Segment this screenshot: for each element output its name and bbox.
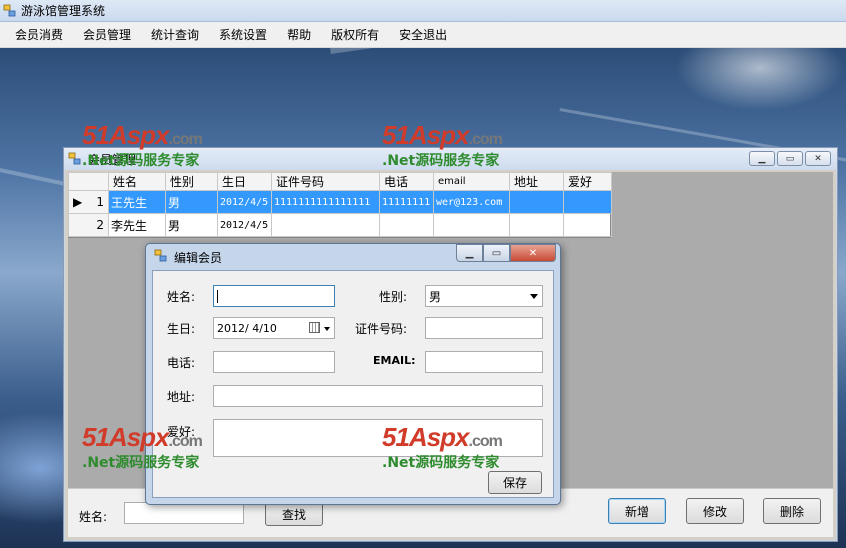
hobby-label: 爱好: — [167, 425, 196, 439]
edit-dialog-title-bar: 编辑会员 ▁ ▭ ✕ — [146, 244, 560, 270]
search-name-input[interactable] — [124, 502, 244, 524]
minimize-icon: ▁ — [465, 247, 474, 259]
close-button[interactable]: ✕ — [805, 151, 831, 166]
column-header[interactable]: 爱好 — [563, 172, 612, 191]
cell-email[interactable] — [433, 213, 510, 237]
search-button[interactable]: 查找 — [265, 502, 323, 526]
id-number-label: 证件号码: — [355, 322, 408, 336]
id-number-field[interactable] — [425, 317, 543, 339]
menu-bar: 会员消费 会员管理 统计查询 系统设置 帮助 版权所有 安全退出 — [0, 22, 846, 48]
name-label: 姓名: — [167, 290, 196, 304]
menu-member-consume[interactable]: 会员消费 — [5, 24, 73, 46]
chevron-down-icon — [530, 294, 538, 299]
address-label: 地址: — [167, 390, 196, 404]
grid-corner-header — [68, 172, 109, 191]
edit-dialog-title: 编辑会员 — [174, 250, 223, 265]
dialog-maximize-button[interactable]: ▭ — [483, 244, 510, 262]
maximize-icon: ▭ — [491, 247, 502, 259]
menu-logout[interactable]: 安全退出 — [389, 24, 457, 46]
dialog-window-icon — [154, 249, 168, 266]
column-header[interactable]: 生日 — [217, 172, 272, 191]
save-button[interactable]: 保存 — [488, 471, 542, 494]
table-row[interactable]: 2 李先生 男 2012/4/5 — [68, 213, 612, 237]
edit-dialog-client: 姓名: 性别: 男 生日: 2012/ 4/10 证件号码: 电话: EMAIL… — [152, 270, 554, 498]
delete-member-button[interactable]: 删除 — [763, 498, 821, 524]
cell-phone[interactable] — [379, 213, 434, 237]
cell-birthday[interactable]: 2012/4/5 — [217, 213, 272, 237]
minimize-button[interactable]: ▁ — [749, 151, 775, 166]
current-row-arrow-icon: ▶ — [73, 195, 83, 209]
restore-button[interactable]: ▭ — [777, 151, 803, 166]
column-header[interactable]: 地址 — [509, 172, 564, 191]
gender-label: 性别: — [379, 290, 408, 304]
row-header[interactable]: ▶ 1 — [68, 190, 109, 214]
name-field[interactable] — [213, 285, 335, 307]
cell-phone[interactable]: 11111111 — [379, 190, 434, 214]
row-header[interactable]: 2 — [68, 213, 109, 237]
app-title: 游泳馆管理系统 — [21, 4, 106, 18]
menu-help[interactable]: 帮助 — [277, 24, 321, 46]
member-window-title-bar: 会员管理 ▁ ▭ ✕ — [64, 148, 837, 170]
birthday-date-picker[interactable]: 2012/ 4/10 — [213, 317, 335, 339]
email-field[interactable] — [425, 351, 543, 373]
main-title-bar: 游泳馆管理系统 — [0, 0, 846, 22]
cell-gender[interactable]: 男 — [165, 190, 218, 214]
column-header[interactable]: 性别 — [165, 172, 218, 191]
member-window-title: 会员管理 — [88, 152, 137, 167]
cell-address[interactable] — [509, 190, 564, 214]
menu-copyright[interactable]: 版权所有 — [321, 24, 389, 46]
edit-member-dialog: 编辑会员 ▁ ▭ ✕ 姓名: 性别: 男 生日: 2012/ 4/10 证件号码… — [145, 243, 561, 505]
cell-gender[interactable]: 男 — [165, 213, 218, 237]
dialog-minimize-button[interactable]: ▁ — [456, 244, 483, 262]
hobby-textarea[interactable] — [213, 419, 543, 457]
cell-email[interactable]: wer@123.com — [433, 190, 510, 214]
gender-select[interactable]: 男 — [425, 285, 543, 307]
phone-field[interactable] — [213, 351, 335, 373]
app-window-icon — [3, 4, 17, 18]
column-header[interactable]: 姓名 — [108, 172, 166, 191]
minimize-icon: ▁ — [758, 153, 766, 164]
close-icon: ✕ — [814, 153, 822, 164]
cell-name[interactable]: 李先生 — [108, 213, 166, 237]
add-member-button[interactable]: 新增 — [608, 498, 666, 524]
restore-icon: ▭ — [785, 153, 795, 164]
cell-address[interactable] — [509, 213, 564, 237]
text-caret — [217, 289, 218, 303]
table-row[interactable]: ▶ 1 王先生 男 2012/4/5 1111111111111111 11111… — [68, 190, 612, 214]
calendar-icon — [309, 322, 320, 333]
column-header[interactable]: email — [433, 172, 510, 191]
dialog-close-button[interactable]: ✕ — [510, 244, 556, 262]
search-name-label: 姓名: — [79, 510, 108, 524]
menu-settings[interactable]: 系统设置 — [209, 24, 277, 46]
birthday-label: 生日: — [167, 322, 196, 336]
cell-id-no[interactable] — [271, 213, 380, 237]
grid-header-row: 姓名 性别 生日 证件号码 电话 email 地址 爱好 — [68, 172, 612, 191]
cell-birthday[interactable]: 2012/4/5 — [217, 190, 272, 214]
menu-member-manage[interactable]: 会员管理 — [73, 24, 141, 46]
member-grid[interactable]: 姓名 性别 生日 证件号码 电话 email 地址 爱好 ▶ 1 王先生 男 2… — [68, 172, 612, 238]
phone-label: 电话: — [167, 356, 196, 370]
menu-statistics[interactable]: 统计查询 — [141, 24, 209, 46]
edit-member-button[interactable]: 修改 — [686, 498, 744, 524]
column-header[interactable]: 证件号码 — [271, 172, 380, 191]
background-light-beam — [330, 48, 846, 54]
cell-hobby[interactable] — [563, 190, 612, 214]
close-icon: ✕ — [528, 247, 538, 259]
cell-name[interactable]: 王先生 — [108, 190, 166, 214]
cell-id-no[interactable]: 1111111111111111 — [271, 190, 380, 214]
chevron-down-icon — [324, 327, 330, 331]
member-window-icon — [68, 152, 82, 169]
column-header[interactable]: 电话 — [379, 172, 434, 191]
address-field[interactable] — [213, 385, 543, 407]
cell-hobby[interactable] — [563, 213, 612, 237]
email-label: EMAIL: — [373, 354, 416, 367]
